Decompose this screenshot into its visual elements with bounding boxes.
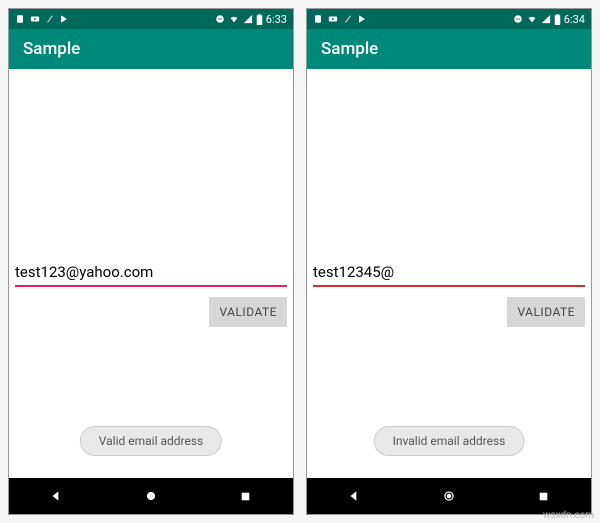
validate-button[interactable]: VALIDATE	[209, 297, 287, 327]
nav-bar	[9, 478, 293, 514]
status-time: 6:34	[564, 13, 585, 26]
play-icon	[357, 14, 367, 24]
nav-back-button[interactable]	[324, 478, 384, 514]
signal-icon	[541, 14, 551, 24]
input-row	[313, 259, 585, 287]
nav-back-icon	[347, 489, 361, 503]
nav-home-icon	[442, 489, 456, 503]
nav-home-button[interactable]	[419, 478, 479, 514]
slash-icon	[343, 14, 353, 24]
validate-button[interactable]: VALIDATE	[507, 297, 585, 327]
clipboard-icon	[15, 14, 25, 24]
youtube-icon	[327, 14, 339, 24]
nav-recent-icon	[239, 490, 252, 503]
watermark: wsxdn.com	[543, 510, 594, 521]
dnd-icon	[513, 14, 523, 24]
nav-recent-icon	[537, 490, 550, 503]
nav-recent-button[interactable]	[514, 478, 574, 514]
content-area: VALIDATE Valid email address	[9, 69, 293, 478]
toast-message: Invalid email address	[374, 426, 525, 456]
nav-recent-button[interactable]	[216, 478, 276, 514]
nav-home-button[interactable]	[121, 478, 181, 514]
signal-icon	[243, 14, 253, 24]
wifi-icon	[228, 14, 240, 24]
status-right-icons: 6:34	[513, 13, 585, 26]
email-input[interactable]	[313, 259, 585, 287]
input-row	[15, 259, 287, 287]
content-area: VALIDATE Invalid email address	[307, 69, 591, 478]
battery-icon	[554, 14, 561, 25]
device-left: 6:33 Sample VALIDATE Valid email address	[8, 8, 294, 515]
slash-icon	[45, 14, 55, 24]
app-title: Sample	[321, 39, 378, 59]
dnd-icon	[215, 14, 225, 24]
email-input[interactable]	[15, 259, 287, 287]
youtube-icon	[29, 14, 41, 24]
wifi-icon	[526, 14, 538, 24]
status-left-icons	[15, 14, 69, 24]
app-title: Sample	[23, 39, 80, 59]
status-time: 6:33	[266, 13, 287, 26]
nav-back-button[interactable]	[26, 478, 86, 514]
status-right-icons: 6:33	[215, 13, 287, 26]
app-bar: Sample	[9, 29, 293, 69]
device-right: 6:34 Sample VALIDATE Invalid email addre…	[306, 8, 592, 515]
app-bar: Sample	[307, 29, 591, 69]
status-bar: 6:34	[307, 9, 591, 29]
battery-icon	[256, 14, 263, 25]
status-bar: 6:33	[9, 9, 293, 29]
nav-bar	[307, 478, 591, 514]
toast-message: Valid email address	[80, 426, 222, 456]
clipboard-icon	[313, 14, 323, 24]
nav-home-icon	[144, 489, 158, 503]
nav-back-icon	[49, 489, 63, 503]
play-icon	[59, 14, 69, 24]
status-left-icons	[313, 14, 367, 24]
